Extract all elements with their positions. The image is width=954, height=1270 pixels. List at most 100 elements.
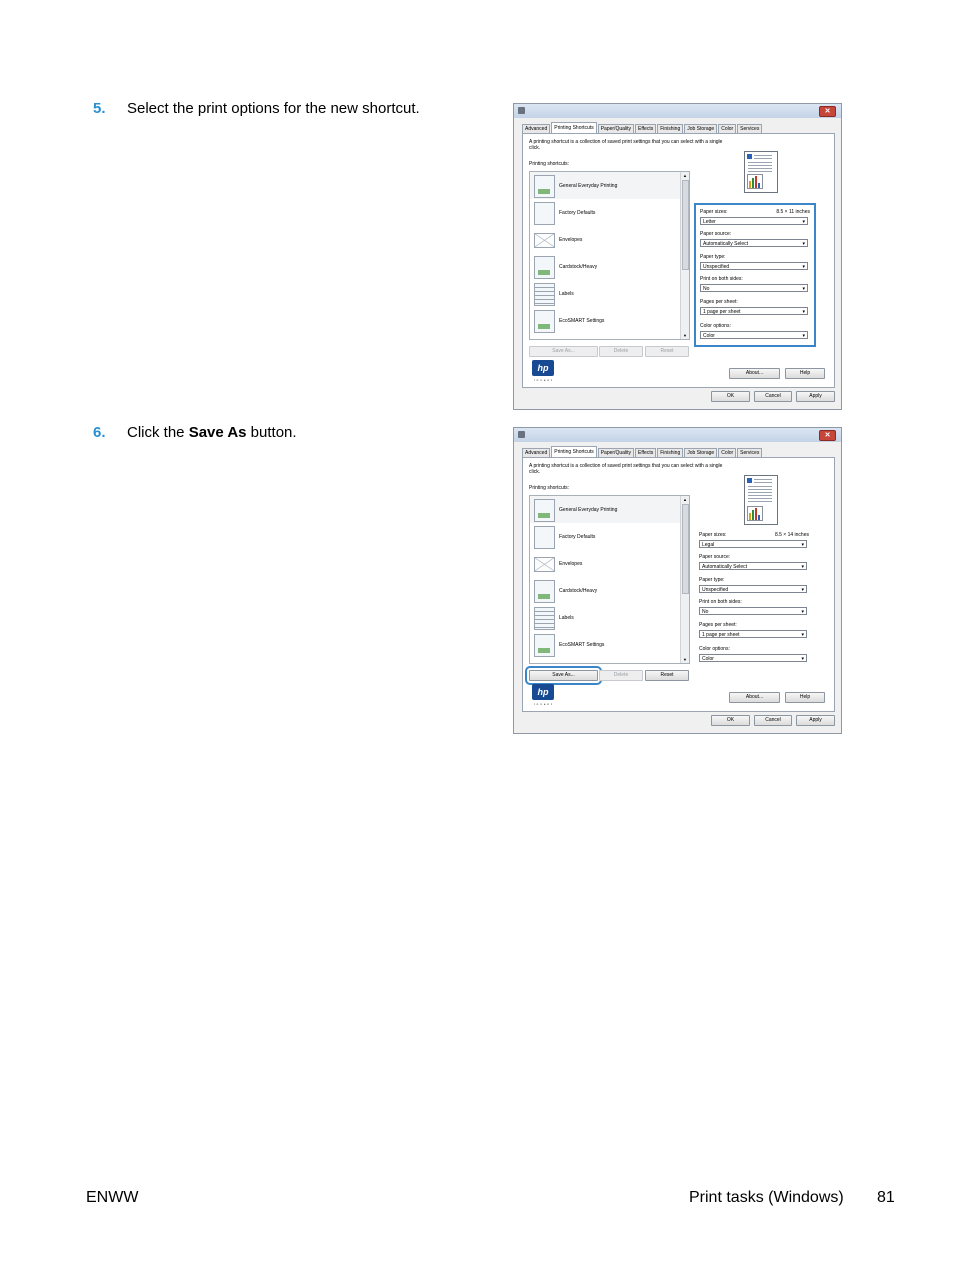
scroll-up-icon[interactable]: ▲	[683, 497, 687, 502]
scroll-thumb[interactable]	[682, 504, 689, 594]
list-item[interactable]: Labels	[530, 604, 689, 631]
list-item[interactable]: Envelopes	[530, 550, 689, 577]
ok-button[interactable]: OK	[711, 391, 750, 402]
list-scrollbar[interactable]: ▲ ▼	[680, 172, 689, 339]
tab-effects[interactable]: Effects	[635, 448, 657, 457]
tab-color[interactable]: Color	[718, 124, 737, 133]
list-scrollbar[interactable]: ▲ ▼	[680, 496, 689, 663]
document-icon	[534, 175, 555, 198]
scroll-down-icon[interactable]: ▼	[683, 333, 687, 338]
tab-paper-quality[interactable]: Paper/Quality	[597, 124, 635, 133]
pages-per-sheet-select[interactable]: 1 page per sheet	[700, 307, 808, 316]
paper-source-select[interactable]: Automatically Select	[699, 562, 807, 571]
color-options-select[interactable]: Color	[700, 331, 808, 340]
apply-button[interactable]: Apply	[796, 715, 835, 726]
envelope-icon	[534, 557, 555, 572]
title-bar: ✕	[514, 104, 841, 118]
cancel-button[interactable]: Cancel	[754, 391, 792, 402]
delete-button[interactable]: Delete	[599, 346, 643, 357]
tab-services[interactable]: Services	[737, 124, 763, 133]
list-item[interactable]: Envelopes	[530, 226, 689, 253]
list-item-label: General Everyday Printing	[559, 507, 618, 513]
tab-printing-shortcuts[interactable]: Printing Shortcuts	[551, 446, 597, 457]
scroll-down-icon[interactable]: ▼	[683, 657, 687, 662]
preview-bar	[758, 183, 760, 188]
paper-size-select[interactable]: Legal	[699, 540, 807, 549]
blank-page-icon	[534, 526, 555, 549]
description-text: A printing shortcut is a collection of s…	[529, 463, 723, 475]
preview-line	[748, 489, 772, 490]
color-options-label: Color options:	[700, 323, 731, 329]
delete-button[interactable]: Delete	[599, 670, 643, 681]
tab-effects[interactable]: Effects	[635, 124, 657, 133]
title-bar: ✕	[514, 428, 841, 442]
tab-finishing[interactable]: Finishing	[657, 124, 684, 133]
scroll-thumb[interactable]	[682, 180, 689, 270]
tab-advanced[interactable]: Advanced	[522, 124, 551, 133]
color-options-select[interactable]: Color	[699, 654, 807, 663]
help-button[interactable]: Help	[785, 368, 825, 379]
list-item[interactable]: General Everyday Printing	[530, 496, 689, 523]
shortcuts-list[interactable]: General Everyday Printing Factory Defaul…	[529, 171, 690, 340]
list-item[interactable]: Cardstock/Heavy	[530, 253, 689, 280]
tab-job-storage[interactable]: Job Storage	[684, 448, 718, 457]
tab-color[interactable]: Color	[718, 448, 737, 457]
close-button[interactable]: ✕	[819, 106, 836, 117]
list-item[interactable]: EcoSMART Settings	[530, 307, 689, 334]
close-button[interactable]: ✕	[819, 430, 836, 441]
cancel-button[interactable]: Cancel	[754, 715, 792, 726]
preview-line	[754, 482, 772, 483]
tab-printing-shortcuts[interactable]: Printing Shortcuts	[551, 122, 597, 133]
tab-finishing[interactable]: Finishing	[657, 448, 684, 457]
document-icon	[534, 499, 555, 522]
paper-type-label: Paper type:	[699, 577, 725, 583]
preview-bar	[752, 178, 754, 188]
reset-button[interactable]: Reset	[645, 670, 689, 681]
tab-job-storage[interactable]: Job Storage	[684, 124, 718, 133]
tab-services[interactable]: Services	[737, 448, 763, 457]
list-item[interactable]: Factory Defaults	[530, 523, 689, 550]
list-item[interactable]: Cardstock/Heavy	[530, 577, 689, 604]
save-as-button[interactable]: Save As...	[525, 666, 602, 685]
printer-icon	[518, 431, 525, 438]
save-as-button[interactable]: Save As...	[529, 346, 598, 357]
tab-strip: Advanced Printing Shortcuts Paper/Qualit…	[522, 446, 763, 457]
list-item-label: Envelopes	[559, 561, 583, 567]
description-text: A printing shortcut is a collection of s…	[529, 139, 723, 151]
shortcuts-list[interactable]: General Everyday Printing Factory Defaul…	[529, 495, 690, 664]
pages-per-sheet-select[interactable]: 1 page per sheet	[699, 630, 807, 639]
paper-type-select[interactable]: Unspecified	[699, 585, 807, 594]
preview-chart	[747, 174, 763, 189]
preview-bar	[755, 508, 757, 520]
tab-advanced[interactable]: Advanced	[522, 448, 551, 457]
list-item[interactable]: Labels	[530, 280, 689, 307]
list-item-label: General Everyday Printing	[559, 183, 618, 189]
list-item-label: Cardstock/Heavy	[559, 264, 598, 270]
preview-line	[748, 495, 772, 496]
list-item-label: Factory Defaults	[559, 534, 596, 540]
both-sides-select[interactable]: No	[699, 607, 807, 616]
labels-icon	[534, 283, 555, 306]
paper-type-select[interactable]: Unspecified	[700, 262, 808, 271]
reset-button[interactable]: Reset	[645, 346, 689, 357]
list-item[interactable]: EcoSMART Settings	[530, 631, 689, 658]
step-text-end: button.	[246, 424, 297, 441]
tab-paper-quality[interactable]: Paper/Quality	[597, 448, 635, 457]
ok-button[interactable]: OK	[711, 715, 750, 726]
paper-source-select[interactable]: Automatically Select	[700, 239, 808, 248]
preview-bar	[758, 515, 760, 520]
paper-size-select[interactable]: Letter	[700, 217, 808, 226]
both-sides-select[interactable]: No	[700, 284, 808, 293]
about-button[interactable]: About...	[729, 692, 780, 703]
list-item[interactable]: General Everyday Printing	[530, 172, 689, 199]
list-item[interactable]: Factory Defaults	[530, 199, 689, 226]
about-button[interactable]: About...	[729, 368, 780, 379]
apply-button[interactable]: Apply	[796, 391, 835, 402]
paper-type-label: Paper type:	[700, 254, 726, 260]
help-button[interactable]: Help	[785, 692, 825, 703]
preview-line	[748, 165, 772, 166]
list-item-label: Labels	[559, 615, 574, 621]
pages-per-sheet-label: Pages per sheet:	[700, 299, 738, 305]
list-item-label: EcoSMART Settings	[559, 318, 605, 324]
scroll-up-icon[interactable]: ▲	[683, 173, 687, 178]
